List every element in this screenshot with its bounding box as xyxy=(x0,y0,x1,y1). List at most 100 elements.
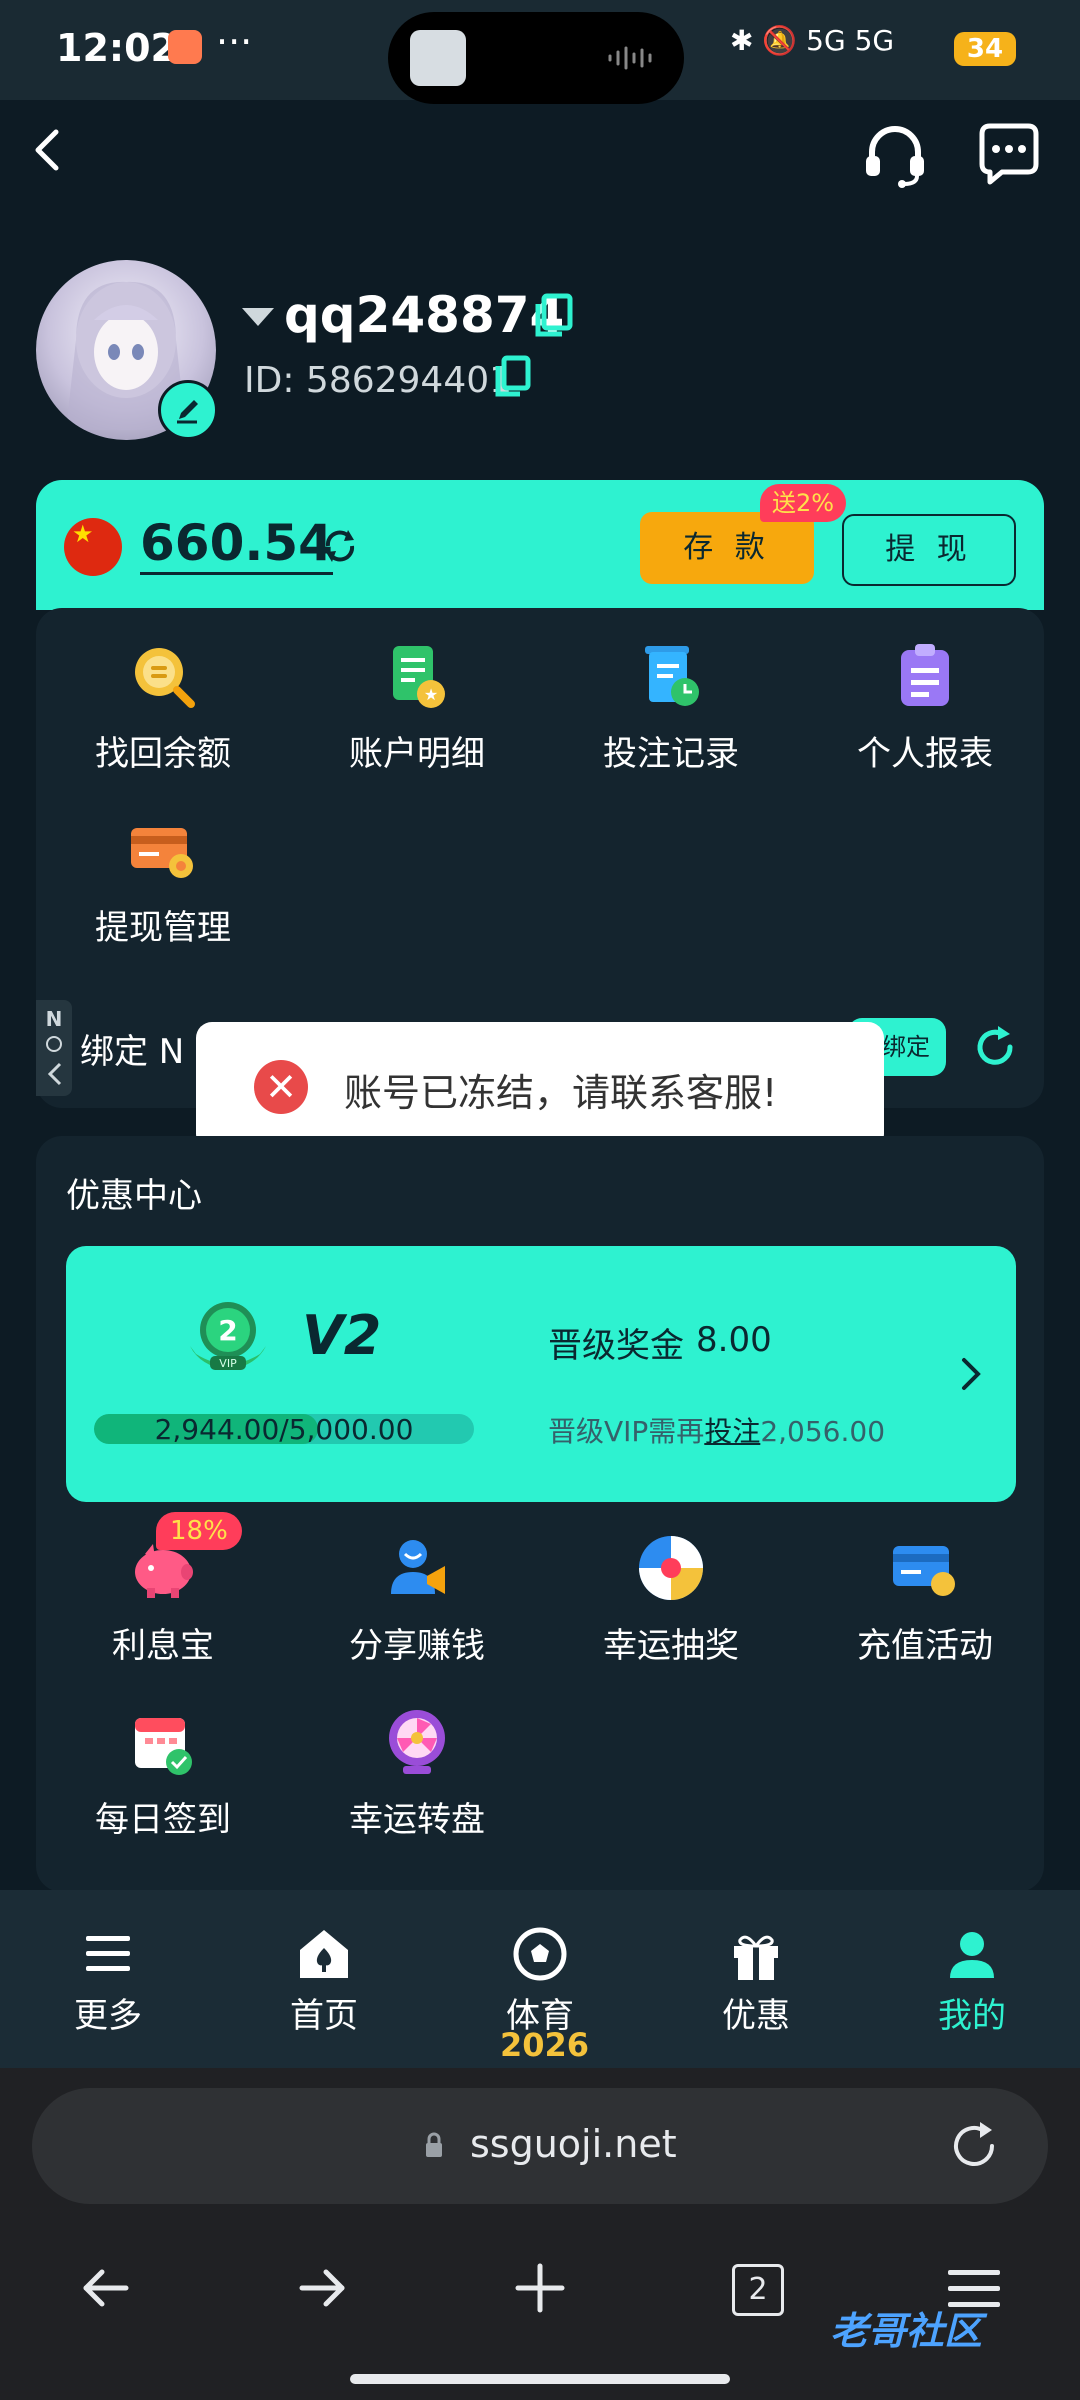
vip-badge-number: 2 xyxy=(218,1314,237,1347)
menu-icon xyxy=(86,1936,130,1971)
lucky-wheel-icon xyxy=(639,1536,703,1600)
menu-label: 投注记录 xyxy=(603,734,739,774)
chevron-left-icon: N xyxy=(46,1007,62,1086)
promo-label: 分享赚钱 xyxy=(349,1626,485,1666)
promo-lucky-draw[interactable]: 幸运抽奖 xyxy=(544,1532,798,1692)
vip-badge-text: VIP xyxy=(219,1357,237,1370)
card-coin-icon xyxy=(893,1546,955,1596)
promo-interest-treasure[interactable]: 利息宝 xyxy=(36,1532,290,1692)
back-chevron-icon[interactable] xyxy=(22,120,72,180)
reload-icon[interactable] xyxy=(944,2116,1004,2176)
promo-recharge-event[interactable]: 充值活动 xyxy=(798,1532,1052,1692)
nav-label: 更多 xyxy=(74,1996,142,2036)
menu-personal-report[interactable]: 个人报表 xyxy=(798,640,1052,800)
report-icon xyxy=(901,644,949,706)
home-spade-icon xyxy=(300,1930,348,1978)
gift-icon xyxy=(734,1935,778,1980)
vip-progress-text: 2,944.00/5,000.00 xyxy=(154,1413,414,1446)
bind-label: 绑定 N xyxy=(80,1032,185,1072)
menu-label: 提现管理 xyxy=(95,908,231,948)
notification-app-icon xyxy=(168,30,202,64)
battery-indicator: 34 xyxy=(954,32,1016,66)
withdraw-button[interactable]: 提 现 xyxy=(842,514,1016,586)
deposit-button[interactable]: 存 款 xyxy=(640,512,814,584)
menu-recover-balance[interactable]: 找回余额 xyxy=(36,640,290,800)
promo-lucky-wheel[interactable]: 幸运转盘 xyxy=(290,1706,544,1866)
promo-daily-checkin[interactable]: 每日签到 xyxy=(36,1706,290,1866)
account-detail-icon: ★ xyxy=(393,646,445,708)
audio-wave-icon xyxy=(608,46,652,70)
interest-rate-badge: 18% xyxy=(156,1512,242,1550)
caret-down-icon[interactable] xyxy=(242,308,274,326)
menu-account-detail[interactable]: ★ 账户明细 xyxy=(290,640,544,800)
nav-mine[interactable]: 我的 xyxy=(882,1924,1062,2037)
nav-more[interactable]: 更多 xyxy=(18,1924,198,2037)
vip-requirement-prefix: 晋级VIP需再 xyxy=(548,1415,705,1448)
user-icon xyxy=(950,1932,994,1978)
menu-label: 个人报表 xyxy=(857,734,993,774)
calendar-check-icon xyxy=(135,1718,192,1775)
vip-requirement: 晋级VIP需再投注2,056.00 xyxy=(548,1410,885,1450)
signal-icons: ✱ 🔕 5G 5G xyxy=(730,24,894,57)
refresh-icon[interactable] xyxy=(970,1022,1020,1072)
vip-bonus-label: 晋级奖金 xyxy=(548,1326,684,1366)
error-x-icon: ✕ xyxy=(254,1060,308,1114)
bet-record-icon xyxy=(645,646,699,706)
network-label: 5G 5G xyxy=(806,24,895,57)
media-thumbnail xyxy=(410,30,466,86)
vip-medal-icon: 2 VIP xyxy=(190,1302,266,1370)
menu-withdraw-management[interactable]: 提现管理 xyxy=(36,814,290,974)
mute-icon: 🔕 xyxy=(762,24,798,57)
copy-icon[interactable] xyxy=(532,292,576,338)
refresh-icon[interactable] xyxy=(318,524,362,568)
chat-bubble-icon[interactable] xyxy=(974,120,1044,190)
vip-requirement-amount: 2,056.00 xyxy=(760,1415,886,1448)
balance-amount: 660.54 xyxy=(140,514,333,575)
promo-label: 利息宝 xyxy=(112,1626,214,1666)
nav-label: 首页 xyxy=(290,1996,358,2036)
promo-label: 幸运转盘 xyxy=(349,1800,485,1840)
svg-text:★: ★ xyxy=(424,685,438,704)
status-more-dots: ··· xyxy=(216,20,253,64)
promo-share-earn[interactable]: 分享赚钱 xyxy=(290,1532,544,1692)
vip-bet-link[interactable]: 投注 xyxy=(704,1415,760,1448)
lock-icon xyxy=(426,2132,442,2157)
username: qq248874 xyxy=(284,286,565,344)
deposit-bonus-badge: 送2% xyxy=(760,484,847,522)
vip-level: V2 xyxy=(302,1304,382,1367)
user-id: ID: 586294401 xyxy=(244,360,513,401)
coin-search-icon xyxy=(135,648,195,708)
prize-wheel-icon xyxy=(389,1710,445,1774)
menu-label: 找回余额 xyxy=(95,734,231,774)
card-gear-icon xyxy=(131,828,193,878)
nav-sports[interactable]: 体育 xyxy=(450,1924,630,2037)
menu-label: 账户明细 xyxy=(349,734,485,774)
share-megaphone-icon xyxy=(391,1540,445,1594)
url-text[interactable]: ssguoji.net xyxy=(470,2122,677,2166)
nav-label: 我的 xyxy=(938,1996,1006,2036)
nav-promotions[interactable]: 优惠 xyxy=(666,1924,846,2037)
status-time: 12:02 xyxy=(56,26,177,70)
menu-bet-record[interactable]: 投注记录 xyxy=(544,640,798,800)
browser-back-icon[interactable] xyxy=(66,2248,146,2328)
edit-pencil-icon[interactable] xyxy=(158,380,218,440)
promo-label: 充值活动 xyxy=(857,1626,993,1666)
promo-label: 幸运抽奖 xyxy=(603,1626,739,1666)
new-year-decoration: 2026 xyxy=(500,2026,590,2064)
promo-title: 优惠中心 xyxy=(66,1176,202,1216)
copy-icon[interactable] xyxy=(492,354,532,398)
flag-star-icon: ★ xyxy=(72,520,94,548)
bluetooth-icon: ✱ xyxy=(730,24,754,57)
chevron-right-icon[interactable] xyxy=(956,1352,986,1396)
side-collapse-tab[interactable]: N xyxy=(36,1000,72,1096)
nav-label: 优惠 xyxy=(722,1996,790,2036)
headset-icon[interactable] xyxy=(860,120,930,190)
nav-home[interactable]: 首页 xyxy=(234,1924,414,2037)
browser-forward-icon[interactable] xyxy=(282,2248,362,2328)
promo-label: 每日签到 xyxy=(95,1800,231,1840)
soccer-ball-icon xyxy=(513,1927,567,1981)
site-watermark: 老哥社区 xyxy=(830,2309,983,2353)
new-tab-plus-icon[interactable] xyxy=(500,2248,580,2328)
tabs-count-button[interactable]: 2 xyxy=(732,2264,784,2316)
home-indicator[interactable] xyxy=(350,2374,730,2384)
